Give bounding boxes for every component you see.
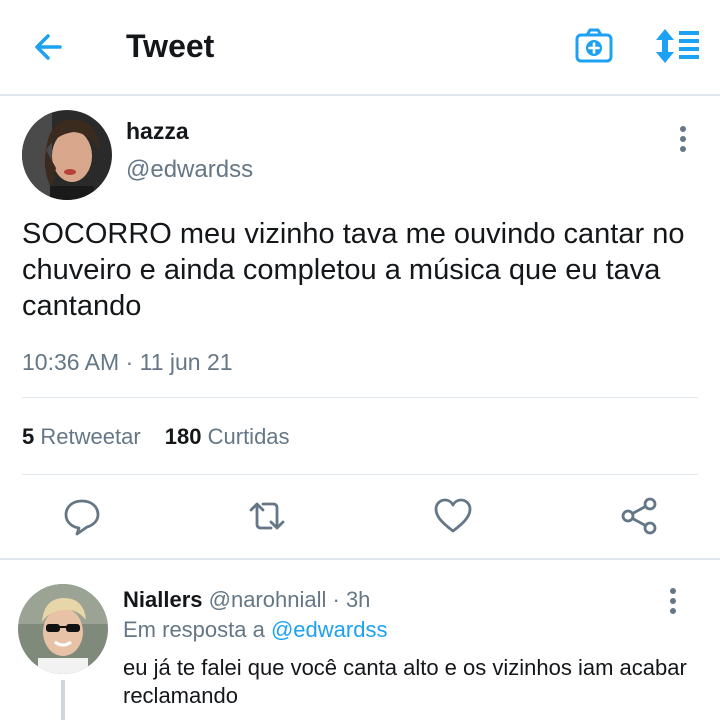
replying-to-prefix: Em resposta a bbox=[123, 617, 265, 642]
tweet-text: SOCORRO meu vizinho tava me ouvindo cant… bbox=[22, 218, 685, 322]
comment-icon bbox=[64, 499, 100, 536]
tweet-timestamp: 10:36 AM · 11 jun 21 bbox=[22, 349, 233, 375]
retweets-count: 5 bbox=[22, 424, 35, 449]
reply-text: eu já te falei que você canta alto e os … bbox=[123, 655, 687, 708]
reply-display-name[interactable]: Niallers bbox=[123, 587, 203, 612]
retweets-label: Retweetar bbox=[40, 424, 141, 449]
retweets-stat[interactable]: 5 Retweetar bbox=[22, 424, 141, 450]
retweet-icon bbox=[249, 502, 285, 530]
replying-to-mention[interactable]: @edwardss bbox=[271, 617, 388, 642]
tweet-stats: 5 Retweetar 180 Curtidas bbox=[22, 424, 290, 450]
reply-separator: · bbox=[332, 587, 340, 612]
like-button[interactable] bbox=[433, 496, 473, 536]
likes-count: 180 bbox=[164, 424, 202, 449]
divider bbox=[22, 474, 698, 475]
replying-to: Em resposta a @edwardss bbox=[123, 617, 387, 643]
camera-plus-icon bbox=[575, 28, 613, 63]
app-bar: Tweet bbox=[0, 0, 720, 96]
more-vertical-icon bbox=[680, 126, 686, 152]
thread-line bbox=[61, 680, 65, 720]
sort-button[interactable] bbox=[654, 26, 700, 66]
arrow-left-icon bbox=[35, 34, 62, 60]
retweet-button[interactable] bbox=[247, 496, 287, 536]
page-title: Tweet bbox=[126, 28, 215, 64]
avatar[interactable] bbox=[22, 110, 112, 200]
reply-avatar[interactable] bbox=[18, 584, 108, 674]
display-name[interactable]: hazza bbox=[126, 118, 189, 145]
reply-more-options-button[interactable] bbox=[662, 586, 684, 616]
user-handle[interactable]: @edwardss bbox=[126, 156, 253, 184]
more-vertical-icon bbox=[670, 588, 676, 614]
section-separator bbox=[0, 558, 720, 560]
camera-button[interactable] bbox=[574, 26, 614, 66]
share-button[interactable] bbox=[619, 496, 659, 536]
likes-label: Curtidas bbox=[207, 424, 290, 449]
reply-handle[interactable]: @narohniall bbox=[209, 587, 327, 612]
share-icon bbox=[621, 497, 657, 535]
back-button[interactable] bbox=[30, 30, 70, 64]
reply-header: Niallers @narohniall · 3h bbox=[123, 587, 370, 613]
reply-time: 3h bbox=[345, 587, 371, 612]
heart-icon bbox=[434, 498, 472, 533]
divider bbox=[22, 397, 698, 398]
likes-stat[interactable]: 180 Curtidas bbox=[165, 424, 290, 450]
more-options-button[interactable] bbox=[672, 124, 694, 154]
sort-list-icon bbox=[656, 29, 699, 63]
reply-button[interactable] bbox=[62, 496, 102, 536]
